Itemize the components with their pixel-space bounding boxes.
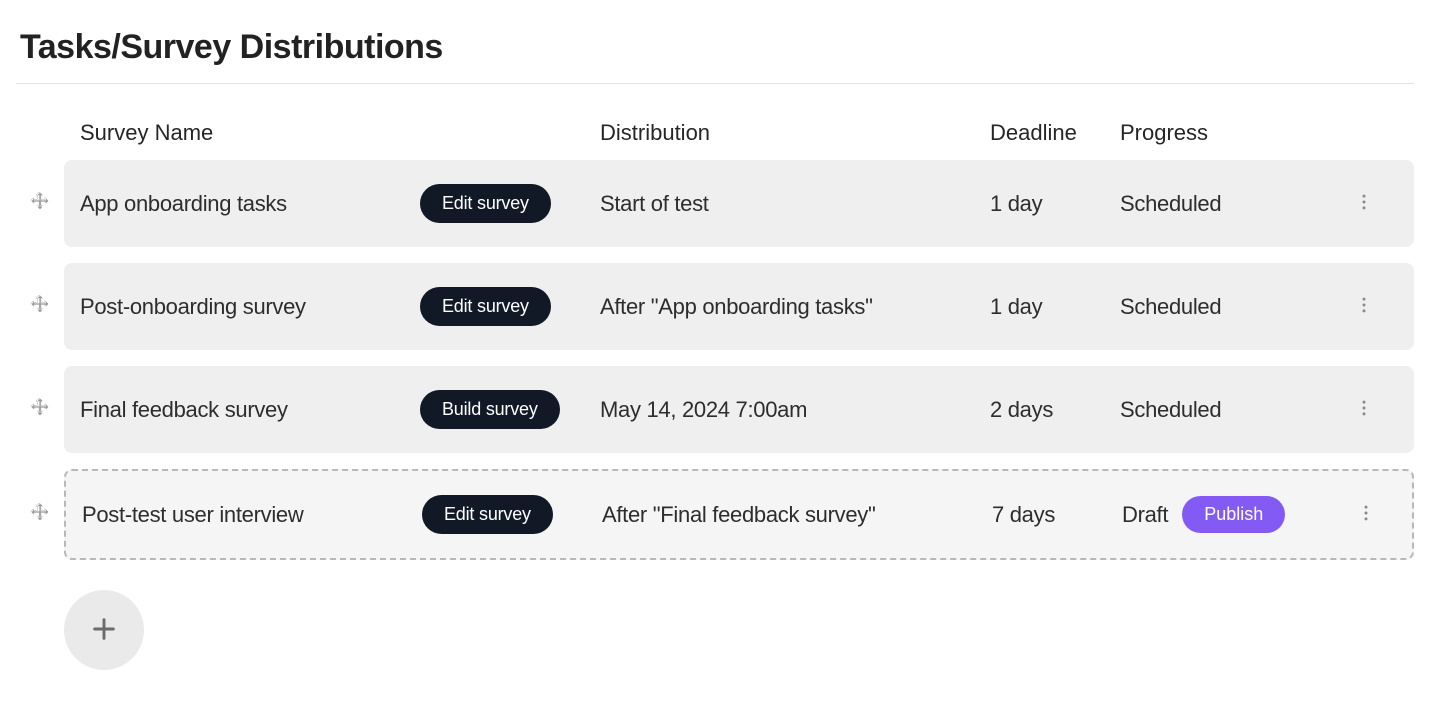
table-row: Final feedback survey Build survey May 1… [16, 366, 1414, 453]
survey-name-cell: Final feedback survey [64, 397, 404, 423]
row-more-button[interactable] [1348, 186, 1380, 221]
add-survey-button[interactable] [64, 590, 144, 670]
survey-table: Survey Name Distribution Deadline Progre… [16, 120, 1414, 670]
col-progress: Progress [1104, 120, 1344, 146]
row-more-button[interactable] [1348, 392, 1380, 427]
more-vertical-icon [1354, 295, 1374, 318]
drag-handle[interactable] [16, 191, 64, 216]
progress-cell: Scheduled [1104, 397, 1344, 423]
row-more-button[interactable] [1350, 497, 1382, 532]
table-row: Post-test user interview Edit survey Aft… [16, 469, 1414, 560]
more-vertical-icon [1354, 192, 1374, 215]
progress-cell: Scheduled [1104, 294, 1344, 320]
deadline-cell: 1 day [974, 191, 1104, 217]
more-vertical-icon [1354, 398, 1374, 421]
more-vertical-icon [1356, 503, 1376, 526]
progress-cell: Draft Publish [1106, 496, 1346, 533]
plus-icon [90, 615, 118, 646]
move-icon [30, 191, 50, 216]
survey-name-cell: App onboarding tasks [64, 191, 404, 217]
move-icon [30, 502, 50, 527]
distribution-cell: Start of test [584, 191, 974, 217]
progress-cell: Scheduled [1104, 191, 1344, 217]
drag-handle[interactable] [16, 294, 64, 319]
row-more-button[interactable] [1348, 289, 1380, 324]
drag-handle[interactable] [16, 502, 64, 527]
survey-name-cell: Post-test user interview [66, 502, 406, 528]
move-icon [30, 294, 50, 319]
edit-survey-button[interactable]: Edit survey [420, 287, 551, 326]
col-distribution: Distribution [584, 120, 974, 146]
distribution-cell: After "Final feedback survey" [586, 502, 976, 528]
table-row: Post-onboarding survey Edit survey After… [16, 263, 1414, 350]
page-title: Tasks/Survey Distributions [16, 16, 1414, 84]
edit-survey-button[interactable]: Build survey [420, 390, 560, 429]
deadline-cell: 1 day [974, 294, 1104, 320]
deadline-cell: 2 days [974, 397, 1104, 423]
col-deadline: Deadline [974, 120, 1104, 146]
drag-handle[interactable] [16, 397, 64, 422]
table-row: App onboarding tasks Edit survey Start o… [16, 160, 1414, 247]
deadline-cell: 7 days [976, 502, 1106, 528]
edit-survey-button[interactable]: Edit survey [422, 495, 553, 534]
col-survey-name: Survey Name [64, 120, 404, 146]
publish-button[interactable]: Publish [1182, 496, 1285, 533]
distribution-cell: May 14, 2024 7:00am [584, 397, 974, 423]
table-header: Survey Name Distribution Deadline Progre… [16, 120, 1414, 160]
distribution-cell: After "App onboarding tasks" [584, 294, 974, 320]
edit-survey-button[interactable]: Edit survey [420, 184, 551, 223]
survey-name-cell: Post-onboarding survey [64, 294, 404, 320]
move-icon [30, 397, 50, 422]
